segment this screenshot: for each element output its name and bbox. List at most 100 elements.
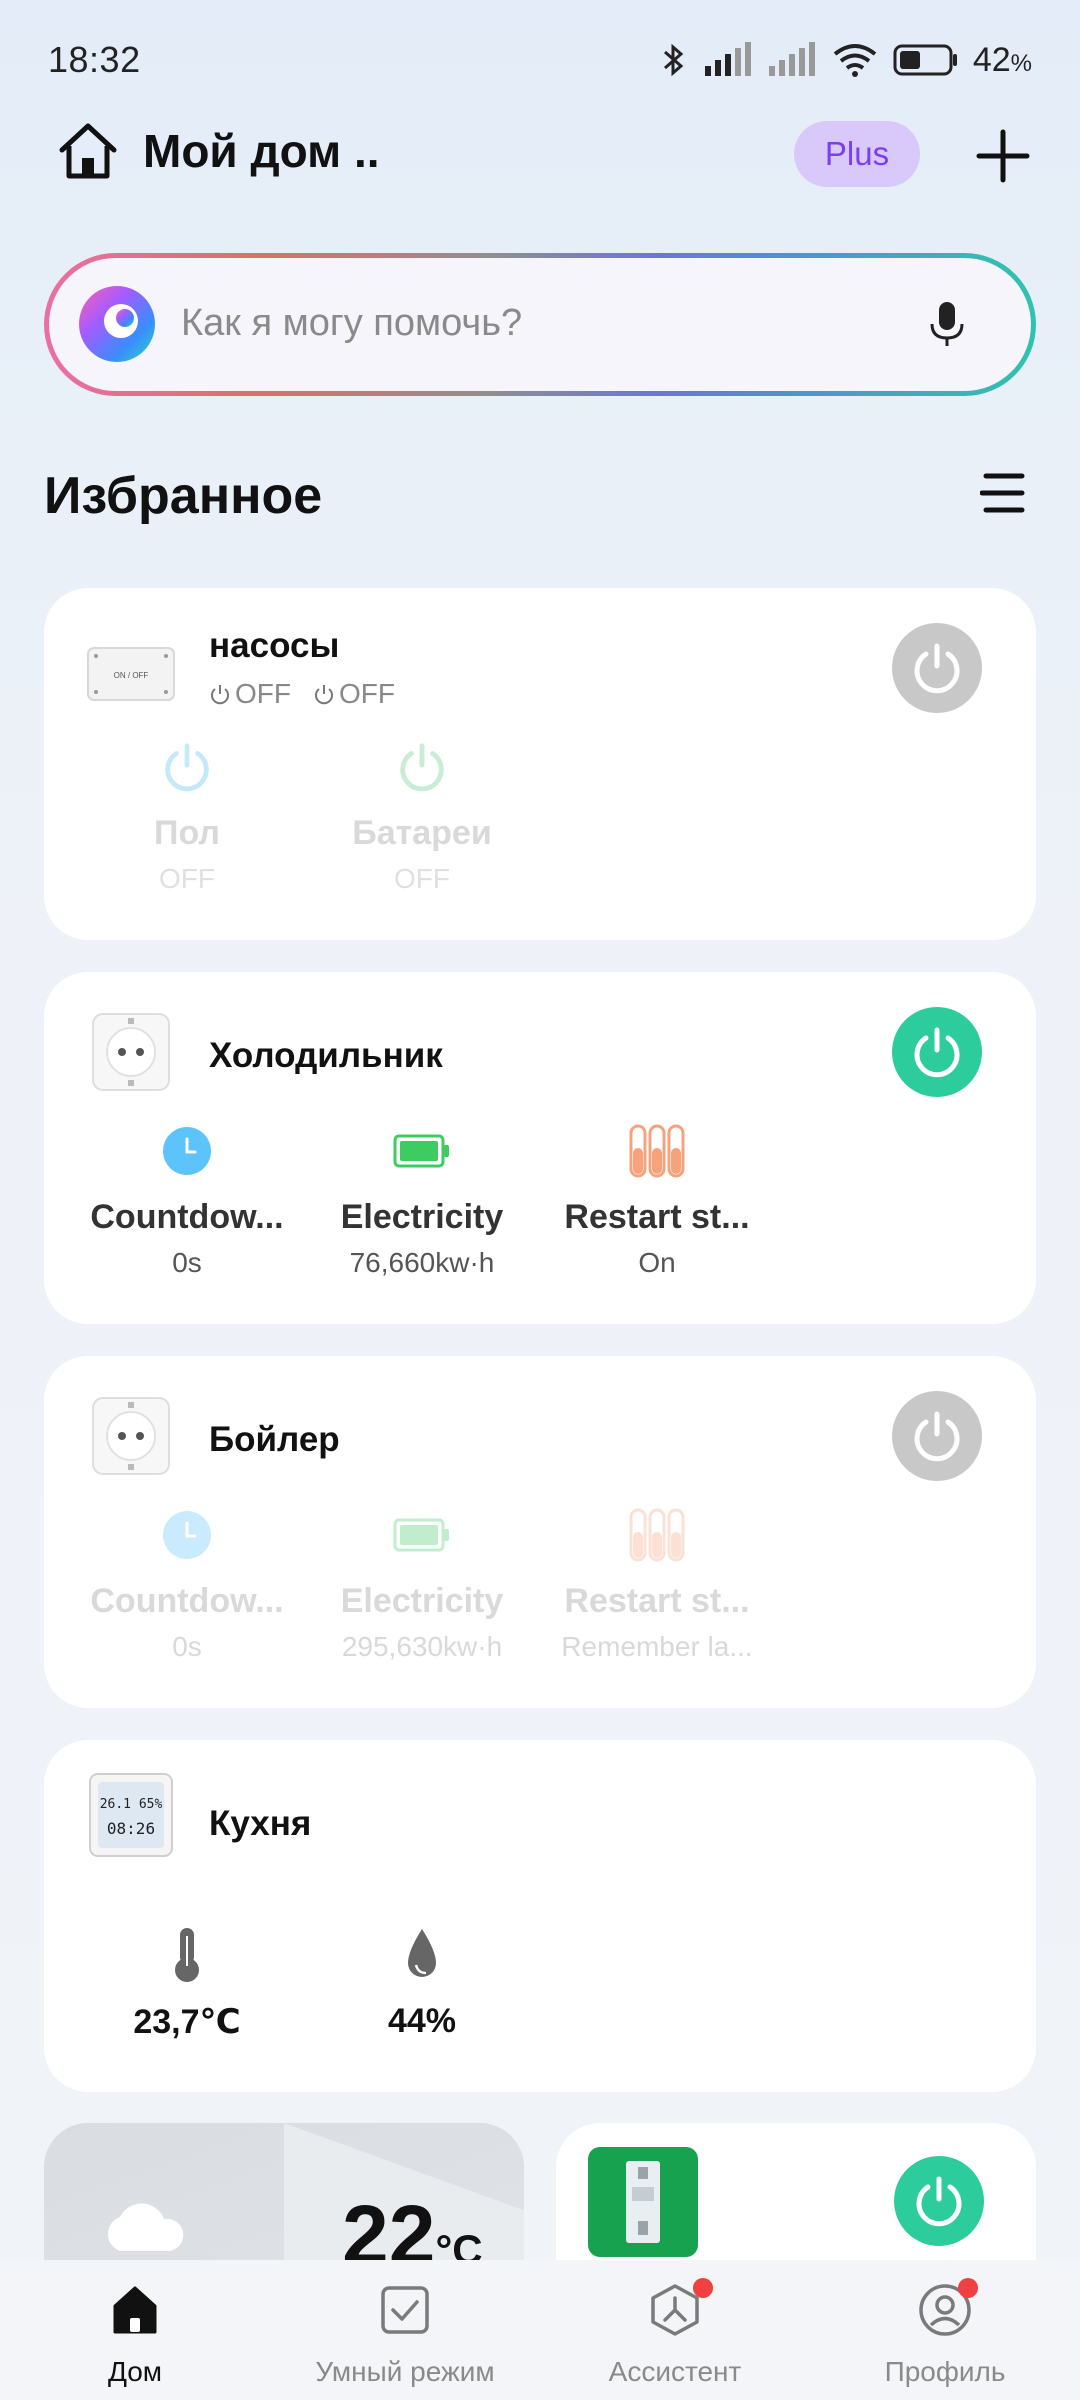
attribute-name: Restart st...	[564, 1198, 750, 1236]
battery-icon	[302, 1122, 542, 1180]
power-icon	[914, 643, 960, 694]
attribute-name: Electricity	[340, 1198, 504, 1236]
nav-smart-mode[interactable]: Умный режим	[290, 2278, 520, 2388]
nav-profile[interactable]: Профиль	[830, 2278, 1060, 2388]
attribute-restart-status[interactable]: Restart st... On	[537, 1122, 777, 1279]
attribute-restart-status[interactable]: Restart st... Remember la...	[537, 1506, 777, 1663]
thermometer-display-icon: 26.1 65% 08:26	[89, 1773, 173, 1857]
add-icon[interactable]	[975, 128, 1031, 184]
nav-home[interactable]: Дом	[20, 2278, 250, 2388]
channel-status: OFF	[313, 678, 395, 710]
assistant-search-bar[interactable]: Как я могу помочь?	[44, 253, 1036, 396]
nav-label: Профиль	[884, 2356, 1006, 2387]
attribute-electricity[interactable]: Electricity 295,630kw·h	[302, 1506, 542, 1663]
restart-status-icon	[537, 1506, 777, 1564]
attribute-name: Пол	[154, 814, 220, 852]
device-card-fridge[interactable]: Холодильник Countdow... 0s Electricity 7…	[44, 972, 1036, 1324]
app-header: Мой дом .. Plus	[0, 112, 1080, 197]
home-title[interactable]: Мой дом ..	[143, 124, 380, 178]
battery-status-icon	[893, 44, 957, 76]
wifi-icon	[833, 44, 877, 77]
restart-status-icon	[537, 1122, 777, 1180]
battery-percent: 42%	[972, 40, 1032, 79]
attribute-temperature[interactable]: 23,7℃	[67, 1926, 307, 2042]
device-card-breaker[interactable]	[556, 2123, 1036, 2263]
notification-badge	[958, 2278, 978, 2298]
signal-icon	[704, 42, 751, 76]
clock-icon	[67, 1506, 307, 1564]
notification-badge	[693, 2278, 713, 2298]
power-icon	[914, 1027, 960, 1078]
svg-text:ON / OFF: ON / OFF	[114, 671, 149, 680]
device-card-pumps[interactable]: ON / OFF насосы OFF OFF Пол OFF Батареи …	[44, 588, 1036, 940]
weather-card[interactable]: 22°C	[44, 2123, 524, 2263]
assistant-icon	[560, 2278, 790, 2342]
card-title: Бойлер	[209, 1420, 340, 1459]
power-button[interactable]	[892, 1391, 982, 1481]
power-icon	[67, 738, 307, 796]
home-icon[interactable]	[56, 120, 120, 184]
bottom-navigation: Дом Умный режим Ассистент Профиль	[0, 2260, 1080, 2400]
nav-label: Дом	[107, 2356, 163, 2387]
attribute-name: Countdow...	[90, 1582, 284, 1620]
attribute-value: 0s	[172, 1631, 202, 1662]
attribute-humidity[interactable]: 44%	[302, 1926, 542, 2041]
attribute-countdown[interactable]: Countdow... 0s	[67, 1506, 307, 1663]
attribute-value: Remember la...	[561, 1631, 753, 1662]
status-icons: 42%	[659, 40, 1032, 80]
card-title: Кухня	[209, 1804, 312, 1843]
home-icon	[20, 2278, 250, 2342]
attribute-value: 0s	[172, 1247, 202, 1278]
weather-temperature: 22°C	[342, 2188, 483, 2263]
checkbox-icon	[290, 2278, 520, 2342]
nav-assistant[interactable]: Ассистент	[560, 2278, 790, 2388]
card-title: насосы	[209, 626, 340, 665]
nav-label: Ассистент	[608, 2356, 742, 2387]
attribute-radiators[interactable]: Батареи OFF	[302, 738, 542, 895]
humidity-value: 44%	[387, 2002, 457, 2040]
device-card-boiler[interactable]: Бойлер Countdow... 0s Electricity 295,63…	[44, 1356, 1036, 1708]
plus-button[interactable]: Plus	[794, 121, 920, 187]
menu-icon[interactable]	[980, 468, 1026, 518]
channel-status-list: OFF OFF	[209, 678, 395, 710]
attribute-value: 295,630kw·h	[341, 1631, 503, 1662]
attribute-name: Restart st...	[564, 1582, 750, 1620]
microphone-icon[interactable]	[919, 296, 975, 352]
attribute-countdown[interactable]: Countdow... 0s	[67, 1122, 307, 1279]
svg-text:08:26: 08:26	[107, 1819, 155, 1838]
card-title: Холодильник	[209, 1036, 443, 1075]
power-small-icon	[211, 685, 229, 705]
clock-icon	[67, 1122, 307, 1180]
attribute-floor[interactable]: Пол OFF	[67, 738, 307, 895]
assistant-logo-icon	[79, 286, 155, 362]
power-button[interactable]	[892, 1007, 982, 1097]
nav-label: Умный режим	[315, 2356, 495, 2387]
switch-module-icon: ON / OFF	[87, 647, 175, 701]
power-icon	[302, 738, 542, 796]
attribute-name: Countdow...	[90, 1198, 284, 1236]
channel-status: OFF	[209, 678, 291, 710]
device-card-kitchen[interactable]: 26.1 65% 08:26 Кухня 23,7℃ 44%	[44, 1740, 1036, 2092]
temperature-value: 23,7℃	[133, 2003, 241, 2041]
search-input[interactable]: Как я могу помочь?	[181, 302, 522, 345]
battery-icon	[302, 1506, 542, 1564]
signal-icon-2	[768, 42, 815, 76]
attribute-value: 76,660kw·h	[349, 1247, 495, 1278]
status-time: 18:32	[48, 39, 141, 80]
socket-icon	[92, 1397, 170, 1475]
thermometer-icon	[67, 1926, 307, 1984]
power-icon	[916, 2176, 962, 2227]
attribute-electricity[interactable]: Electricity 76,660kw·h	[302, 1122, 542, 1279]
power-icon	[914, 1411, 960, 1462]
power-button[interactable]	[892, 623, 982, 713]
cloud-icon	[107, 2203, 184, 2251]
power-small-icon	[315, 685, 333, 705]
power-button[interactable]	[894, 2156, 984, 2246]
attribute-value: On	[638, 1247, 676, 1278]
svg-text:26.1 65%: 26.1 65%	[100, 1797, 163, 1812]
humidity-icon	[302, 1926, 542, 1984]
favorites-title: Избранное	[44, 467, 323, 525]
search-inner: Как я могу помочь?	[49, 258, 1031, 391]
bluetooth-icon	[663, 43, 684, 77]
profile-icon	[830, 2278, 1060, 2342]
